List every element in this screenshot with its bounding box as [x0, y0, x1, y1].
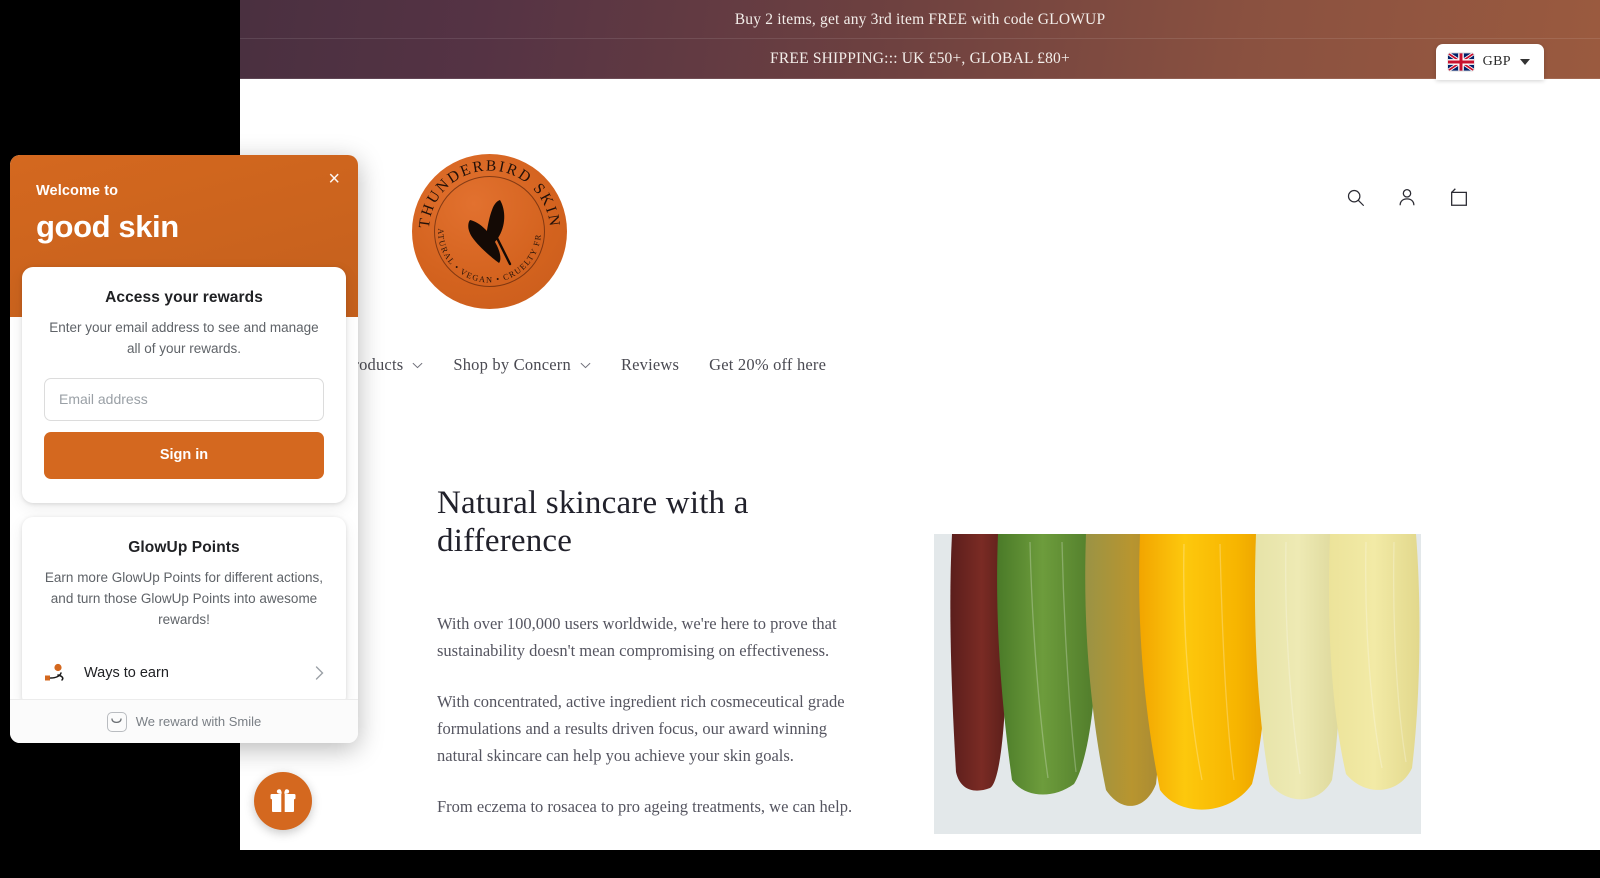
announcement-bar-1: Buy 2 items, get any 3rd item FREE with …	[240, 0, 1600, 39]
chevron-down-icon	[1520, 59, 1530, 65]
smile-logo-icon	[106, 711, 127, 732]
signin-card: Access your rewards Enter your email add…	[22, 267, 346, 503]
ways-to-earn-row[interactable]: Ways to earn	[44, 657, 324, 683]
uk-flag-icon	[1447, 53, 1474, 71]
rewards-program-name: good skin	[36, 209, 179, 244]
nav-label: Get 20% off here	[709, 355, 827, 374]
gift-icon	[270, 789, 296, 813]
email-input[interactable]	[44, 377, 324, 421]
currency-code: GBP	[1482, 54, 1511, 69]
website-viewport: Buy 2 items, get any 3rd item FREE with …	[240, 0, 1600, 850]
close-icon[interactable]: ×	[328, 169, 340, 189]
hero-section: Natural skincare with a difference With …	[240, 455, 1600, 850]
nav-item-get-20-off[interactable]: Get 20% off here	[709, 355, 826, 375]
currency-selector[interactable]: GBP	[1435, 44, 1544, 80]
sign-in-button[interactable]: Sign in	[44, 431, 324, 479]
feather-icon	[468, 200, 512, 266]
cart-icon[interactable]	[1446, 184, 1472, 210]
rewards-panel-footer: We reward with Smile	[10, 699, 358, 743]
search-icon[interactable]	[1342, 184, 1368, 210]
points-card: GlowUp Points Earn more GlowUp Points fo…	[22, 516, 346, 707]
signin-card-description: Enter your email address to see and mana…	[49, 320, 319, 356]
site-header: THUNDERBIRD SKIN NATURAL • VEGAN • CRUEL…	[240, 79, 1600, 349]
signin-card-title: Access your rewards	[105, 289, 263, 306]
hero-paragraph-2: With concentrated, active ingredient ric…	[437, 692, 845, 765]
points-card-description: Earn more GlowUp Points for different ac…	[44, 569, 324, 627]
announcement-bar-2: FREE SHIPPING::: UK £50+, GLOBAL £80+	[240, 39, 1600, 79]
hero-heading: Natural skincare with a difference	[437, 485, 749, 559]
nav-item-shop-by-concern[interactable]: Shop by Concern	[453, 355, 591, 375]
chevron-down-icon	[413, 362, 423, 368]
hero-paragraph-3: From eczema to rosacea to pro ageing tre…	[437, 797, 853, 817]
hero-image	[934, 522, 1421, 834]
site-logo[interactable]: THUNDERBIRD SKIN NATURAL • VEGAN • CRUEL…	[412, 154, 567, 309]
points-card-title: GlowUp Points	[128, 538, 240, 556]
logo-badge: THUNDERBIRD SKIN NATURAL • VEGAN • CRUEL…	[412, 154, 567, 309]
welcome-label: Welcome to	[36, 183, 119, 199]
rewards-panel: × Welcome to good skin Access your rewar…	[10, 155, 358, 743]
header-icon-group	[1342, 184, 1472, 210]
nav-label: Reviews	[620, 355, 680, 374]
powered-by-label: We reward with Smile	[135, 714, 262, 729]
nav-item-reviews[interactable]: Reviews	[621, 355, 679, 375]
announcement-text-1: Buy 2 items, get any 3rd item FREE with …	[734, 10, 1106, 28]
chevron-down-icon	[580, 362, 591, 368]
screenshot-root: Buy 2 items, get any 3rd item FREE with …	[0, 0, 1600, 878]
announcement-text-2: FREE SHIPPING::: UK £50+, GLOBAL £80+	[770, 50, 1070, 67]
ways-to-earn-label: Ways to earn	[84, 664, 169, 681]
chevron-right-icon	[315, 665, 324, 680]
hero-paragraph-1: With over 100,000 users worldwide, we're…	[437, 613, 837, 660]
earn-points-icon	[45, 663, 64, 681]
nav-label: Shop by Concern	[453, 355, 571, 374]
hero-image-art	[934, 522, 1421, 834]
main-navigation: Products Shop by Concern Reviews Get 20%…	[240, 355, 1600, 375]
rewards-panel-body: Access your rewards Enter your email add…	[10, 267, 358, 707]
account-icon[interactable]	[1394, 184, 1420, 210]
rewards-launcher-button[interactable]	[254, 772, 312, 830]
